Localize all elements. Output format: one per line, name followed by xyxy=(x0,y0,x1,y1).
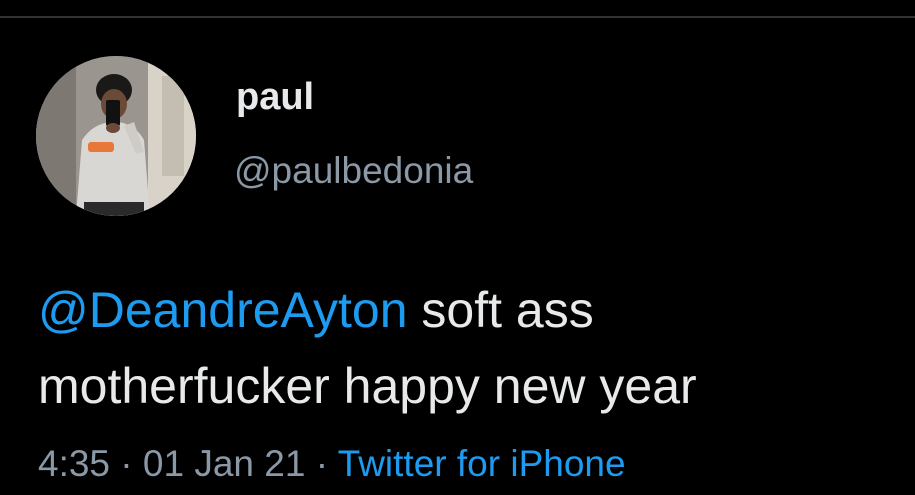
tweet-meta: 4:35 · 01 Jan 21 · Twitter for iPhone xyxy=(38,445,626,482)
tweet-source-link[interactable]: Twitter for iPhone xyxy=(338,443,626,484)
tweet-time[interactable]: 4:35 xyxy=(38,443,110,484)
avatar-image xyxy=(36,56,196,216)
tweet-date[interactable]: 01 Jan 21 xyxy=(143,443,306,484)
tweet-text-line1: soft ass xyxy=(407,282,594,338)
mention-link[interactable]: @DeandreAyton xyxy=(38,282,408,338)
author-display-name[interactable]: paul xyxy=(236,78,314,116)
author-handle[interactable]: @paulbedonia xyxy=(234,152,473,189)
meta-separator: · xyxy=(305,443,338,484)
tweet-text-line2: motherfucker happy new year xyxy=(38,358,697,414)
meta-separator: · xyxy=(110,443,143,484)
tweet-text: @DeandreAyton soft ass motherfucker happ… xyxy=(38,272,908,424)
avatar[interactable] xyxy=(36,56,196,216)
top-divider xyxy=(0,16,915,18)
